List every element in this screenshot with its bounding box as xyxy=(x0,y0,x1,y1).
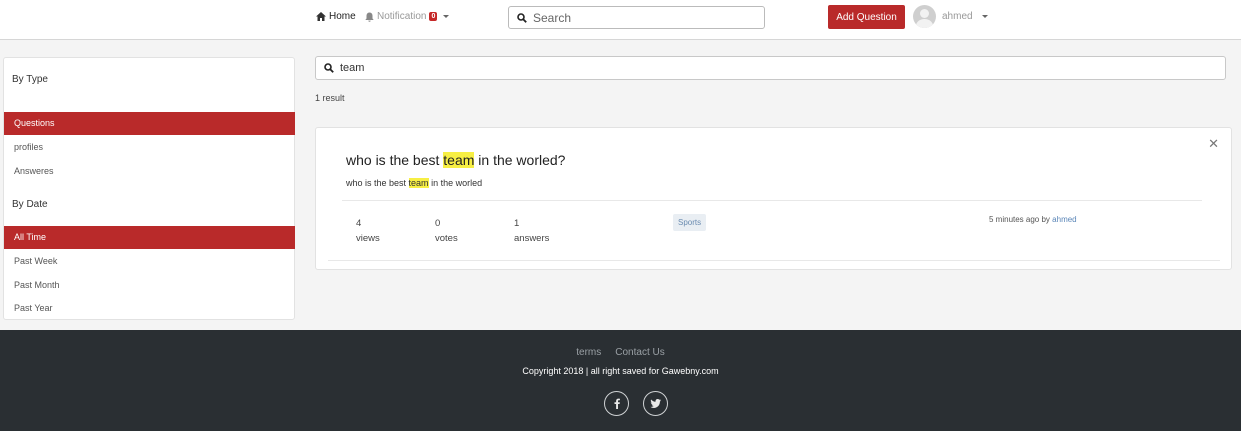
by-type-heading: By Type xyxy=(12,74,48,85)
add-question-button[interactable]: Add Question xyxy=(828,5,905,29)
filter-date-all-time[interactable]: All Time xyxy=(4,226,295,249)
results-search-box[interactable] xyxy=(315,56,1226,80)
twitter-icon xyxy=(650,399,661,408)
question-title-after: in the worled? xyxy=(474,152,566,168)
question-title-link[interactable]: who is the best team in the worled? xyxy=(346,152,565,168)
nav-home-link[interactable]: Home xyxy=(316,11,356,22)
username-label: ahmed xyxy=(942,11,973,22)
author-link[interactable]: ahmed xyxy=(1052,215,1076,224)
nav-search-box[interactable] xyxy=(508,6,765,29)
question-result-card: ✕ who is the best team in the worled? wh… xyxy=(315,127,1232,270)
answers-label: answers xyxy=(514,233,550,244)
result-count: 1 result xyxy=(315,93,345,103)
contact-us-link[interactable]: Contact Us xyxy=(615,347,664,358)
by-date-heading: By Date xyxy=(12,199,48,210)
facebook-icon xyxy=(614,398,620,409)
filter-date-past-week[interactable]: Past Week xyxy=(4,250,295,273)
filter-type-questions[interactable]: Questions xyxy=(4,112,295,135)
nav-home-label: Home xyxy=(329,11,356,22)
views-value: 4 xyxy=(356,218,362,229)
views-label: views xyxy=(356,233,380,244)
notifications-badge: 0 xyxy=(429,12,438,21)
chevron-down-icon xyxy=(443,15,450,18)
excerpt-before: who is the best xyxy=(346,178,409,188)
nav-search-input[interactable] xyxy=(533,10,753,25)
nav-notifications-dropdown[interactable]: Notification 0 xyxy=(365,11,450,22)
question-excerpt: who is the best team in the worled xyxy=(346,178,482,188)
nav-notifications-label: Notification xyxy=(377,11,427,22)
excerpt-after: in the worled xyxy=(428,178,483,188)
results-search-input[interactable] xyxy=(340,62,1220,74)
filter-type-profiles[interactable]: profiles xyxy=(4,136,295,159)
answers-value: 1 xyxy=(514,218,520,229)
search-icon xyxy=(517,12,527,23)
facebook-button[interactable] xyxy=(604,391,629,416)
card-divider xyxy=(342,200,1202,201)
votes-label: votes xyxy=(435,233,458,244)
search-icon xyxy=(324,63,334,73)
twitter-button[interactable] xyxy=(643,391,668,416)
question-meta: 5 minutes ago by ahmed xyxy=(989,215,1077,224)
footer: terms Contact Us Copyright 2018 | all rig… xyxy=(0,330,1241,431)
chevron-down-icon xyxy=(981,15,988,18)
bell-icon xyxy=(365,12,374,22)
tag-sports[interactable]: Sports xyxy=(673,214,707,231)
footer-links: terms Contact Us xyxy=(0,347,1241,358)
filter-date-past-month[interactable]: Past Month xyxy=(4,274,295,297)
views-stat: 4 views xyxy=(356,216,380,246)
terms-link[interactable]: terms xyxy=(576,347,601,358)
card-bottom-divider xyxy=(328,260,1220,261)
votes-value: 0 xyxy=(435,218,441,229)
copyright-text: Copyright 2018 | all right saved for Gaw… xyxy=(522,366,719,376)
question-time: 5 minutes ago by xyxy=(989,215,1050,224)
filter-date-past-year[interactable]: Past Year xyxy=(4,297,295,320)
navbar: Home Notification0 Add Question ahmed xyxy=(0,0,1241,40)
home-icon xyxy=(316,12,326,21)
question-title-highlight: team xyxy=(443,152,475,168)
excerpt-highlight: team xyxy=(408,178,429,188)
close-icon[interactable]: ✕ xyxy=(1208,137,1219,150)
answers-stat: 1 answers xyxy=(514,216,549,246)
votes-stat: 0 votes xyxy=(435,216,458,246)
filter-sidebar: By Type Questions profiles Answeres By D… xyxy=(3,57,295,320)
user-menu-dropdown[interactable]: ahmed xyxy=(913,5,988,28)
filter-type-answeres[interactable]: Answeres xyxy=(4,160,295,183)
avatar xyxy=(913,5,936,28)
question-title-before: who is the best xyxy=(346,152,444,168)
